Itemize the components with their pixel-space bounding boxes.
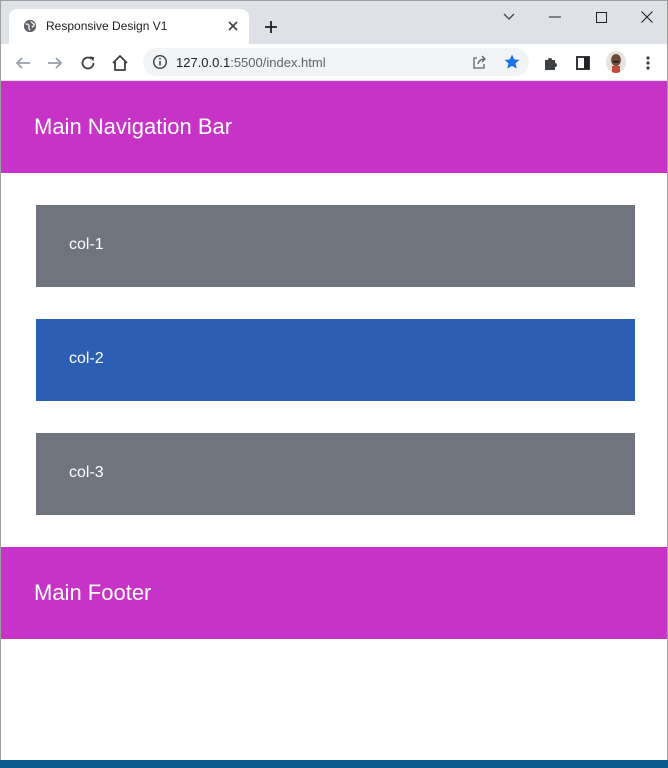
column-2: col-2	[36, 319, 635, 401]
navbar-title: Main Navigation Bar	[34, 114, 233, 139]
minimize-button[interactable]	[543, 7, 567, 27]
profile-avatar[interactable]	[606, 51, 626, 73]
tab-title: Responsive Design V1	[46, 19, 168, 33]
browser-toolbar: 127.0.0.1:5500/index.html	[1, 44, 667, 81]
side-panel-button[interactable]	[572, 52, 594, 74]
reload-button[interactable]	[77, 52, 99, 74]
main-footer: Main Footer	[1, 547, 667, 639]
star-icon[interactable]	[503, 53, 521, 71]
menu-button[interactable]	[637, 52, 659, 74]
back-button[interactable]	[12, 52, 34, 74]
browser-tab[interactable]: Responsive Design V1	[9, 9, 249, 44]
maximize-icon	[595, 11, 607, 23]
column-label: col-1	[69, 236, 104, 253]
person-icon	[611, 54, 621, 73]
maximize-button[interactable]	[589, 7, 613, 27]
address-bar[interactable]: 127.0.0.1:5500/index.html	[143, 48, 529, 76]
footer-title: Main Footer	[34, 580, 152, 605]
arrow-right-icon	[48, 57, 63, 69]
tab-search-button[interactable]	[497, 7, 521, 27]
taskbar-edge	[0, 760, 668, 768]
main-navbar: Main Navigation Bar	[1, 81, 667, 173]
column-label: col-3	[69, 464, 104, 481]
home-button[interactable]	[109, 52, 131, 74]
column-1: col-1	[36, 205, 635, 287]
kebab-menu-icon	[646, 56, 650, 70]
url-host: 127.0.0.1	[176, 55, 231, 70]
close-icon	[641, 11, 653, 23]
globe-icon	[23, 19, 37, 33]
arrow-left-icon	[15, 57, 30, 69]
column-3: col-3	[36, 433, 635, 515]
page-content: Main Navigation Bar col-1 col-2 col-3 Ma…	[1, 81, 667, 761]
url-text[interactable]: 127.0.0.1:5500/index.html	[176, 55, 326, 70]
column-label: col-2	[69, 350, 104, 367]
tab-strip: Responsive Design V1	[1, 1, 667, 44]
browser-window: Responsive Design V1 127.0.0.1:5500/inde…	[0, 0, 668, 768]
minimize-icon	[549, 16, 561, 18]
puzzle-icon	[545, 58, 557, 70]
new-tab-button[interactable]	[259, 15, 283, 39]
close-tab-icon[interactable]	[225, 18, 241, 34]
home-icon	[112, 55, 128, 71]
chevron-down-icon	[503, 13, 515, 20]
close-window-button[interactable]	[635, 7, 659, 27]
url-path: :5500/index.html	[230, 55, 326, 70]
extensions-button[interactable]	[540, 52, 562, 74]
side-panel-icon	[576, 56, 590, 70]
forward-button[interactable]	[44, 52, 66, 74]
share-icon[interactable]	[471, 54, 487, 70]
reload-icon	[81, 56, 95, 70]
plus-icon	[265, 21, 277, 33]
info-icon[interactable]	[152, 54, 168, 70]
